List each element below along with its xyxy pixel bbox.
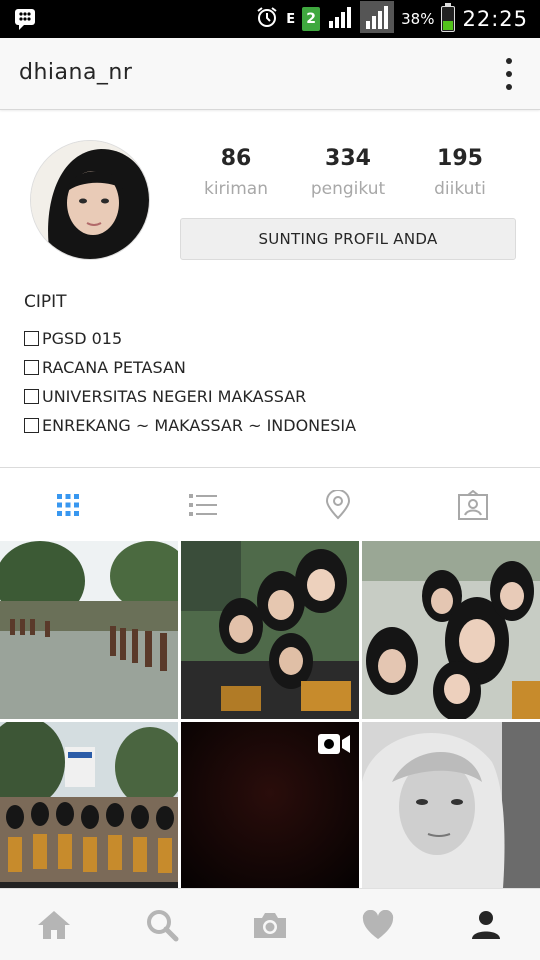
grid-post-thumbnail[interactable] <box>181 541 359 719</box>
checkbox-glyph <box>24 389 39 404</box>
stat-posts-count: 86 <box>220 146 252 171</box>
tab-grid[interactable] <box>0 470 135 540</box>
profile-view-tabs <box>0 470 540 540</box>
bio-line-text: RACANA PETASAN <box>42 358 186 377</box>
profile-header: dhiana_nr <box>0 38 540 110</box>
stat-posts[interactable]: 86 kiriman <box>180 146 292 199</box>
tab-tagged[interactable] <box>405 470 540 540</box>
stat-followers-label: pengikut <box>310 179 386 199</box>
checkbox-glyph <box>24 360 39 375</box>
bio-line: ENREKANG ~ MAKASSAR ~ INDONESIA <box>24 411 524 440</box>
stat-followers-count: 334 <box>325 146 371 171</box>
network-type: E <box>286 11 296 27</box>
tab-list[interactable] <box>135 470 270 540</box>
stat-following-count: 195 <box>437 146 483 171</box>
camera-icon <box>254 912 286 938</box>
nav-activity[interactable] <box>324 889 432 960</box>
heart-icon <box>362 909 394 939</box>
grid-post-thumbnail[interactable] <box>362 541 540 719</box>
divider <box>0 467 540 468</box>
profile-bio: CIPIT PGSD 015 RACANA PETASAN UNIVERSITA… <box>24 292 524 440</box>
bio-line-text: ENREKANG ~ MAKASSAR ~ INDONESIA <box>42 416 357 435</box>
stat-followers[interactable]: 334 pengikut <box>292 146 404 199</box>
bottom-navigation <box>0 888 540 960</box>
battery-icon <box>441 3 456 32</box>
home-icon <box>38 910 70 939</box>
search-icon <box>147 909 179 941</box>
signal-icon <box>327 6 353 32</box>
checkbox-glyph <box>24 418 39 433</box>
nav-profile[interactable] <box>432 889 540 960</box>
bbm-icon <box>14 8 36 34</box>
location-pin-icon <box>325 490 350 520</box>
avatar[interactable] <box>30 140 150 260</box>
checkbox-glyph <box>24 331 39 346</box>
nav-camera[interactable] <box>216 889 324 960</box>
list-icon <box>188 494 217 516</box>
grid-icon <box>56 494 79 516</box>
clock: 22:25 <box>462 7 528 31</box>
signal-icon-sim2 <box>360 1 395 37</box>
stat-following-label: diikuti <box>434 179 486 199</box>
edit-profile-button[interactable]: SUNTING PROFIL ANDA <box>180 218 516 260</box>
nav-search[interactable] <box>108 889 216 960</box>
sim-slot-badge: 2 <box>302 7 321 31</box>
bio-line: RACANA PETASAN <box>24 353 524 382</box>
grid-post-thumbnail[interactable] <box>0 541 178 719</box>
status-bar: E 2 38% 22:25 <box>0 0 540 38</box>
bio-line: UNIVERSITAS NEGERI MAKASSAR <box>24 382 524 411</box>
grid-post-thumbnail[interactable] <box>362 722 540 900</box>
bio-line-text: PGSD 015 <box>42 329 123 348</box>
profile-icon <box>472 910 500 939</box>
profile-stats: 86 kiriman 334 pengikut 195 diikuti <box>180 146 516 199</box>
grid-post-thumbnail[interactable] <box>0 722 178 900</box>
tab-places[interactable] <box>270 470 405 540</box>
stat-posts-label: kiriman <box>203 179 269 199</box>
header-username: dhiana_nr <box>19 60 133 85</box>
tagged-photos-icon <box>457 490 488 520</box>
battery-percent: 38% <box>401 10 435 28</box>
grid-post-video-thumbnail[interactable] <box>181 722 359 900</box>
nav-home[interactable] <box>0 889 108 960</box>
alarm-icon <box>255 5 279 33</box>
more-vertical-icon[interactable] <box>504 58 514 90</box>
bio-full-name: CIPIT <box>24 292 67 312</box>
video-camera-icon <box>318 734 350 754</box>
bio-line-text: UNIVERSITAS NEGERI MAKASSAR <box>42 387 307 406</box>
bio-line: PGSD 015 <box>24 324 524 353</box>
stat-following[interactable]: 195 diikuti <box>404 146 516 199</box>
